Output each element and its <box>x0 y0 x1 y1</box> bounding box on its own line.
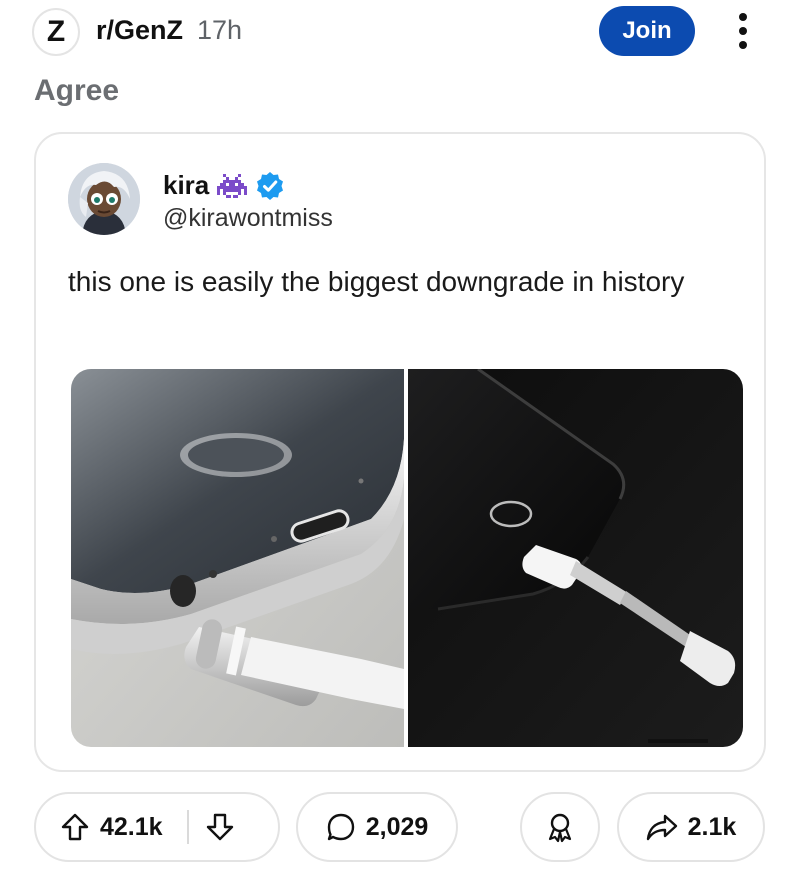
subreddit-avatar-letter: Z <box>46 15 66 48</box>
tweet-avatar <box>68 163 140 235</box>
tweet-text: this one is easily the biggest downgrade… <box>68 266 685 297</box>
verified-badge-icon <box>257 171 284 200</box>
post-header: Z r/GenZ 17h Join <box>0 0 800 62</box>
award-button[interactable] <box>520 792 600 862</box>
space-invader-icon <box>217 173 248 198</box>
comment-bubble-icon <box>327 813 354 841</box>
arrow-down-icon[interactable] <box>205 812 235 842</box>
comment-count: 2,029 <box>365 812 429 841</box>
arrow-up-icon[interactable] <box>60 812 90 842</box>
join-button[interactable]: Join <box>599 6 695 56</box>
post-title[interactable]: Agree <box>34 74 119 108</box>
comments-button[interactable]: 2,029 <box>296 792 458 862</box>
upvote-count: 42.1k <box>100 812 163 841</box>
share-count: 2.1k <box>687 812 737 841</box>
tweet-author-row: kira <box>163 170 285 201</box>
media-image-headphone-jack[interactable] <box>71 369 404 747</box>
vote-separator <box>186 810 189 844</box>
post-timestamp: 17h <box>197 15 243 45</box>
tweet-display-name: kira <box>163 170 210 200</box>
tweet-handle: @kirawontmiss <box>163 204 333 232</box>
share-arrow-icon <box>646 814 677 841</box>
media-image-lightning-adapter[interactable] <box>408 369 743 747</box>
more-vertical-icon[interactable] <box>728 10 758 52</box>
subreddit-name[interactable]: r/GenZ <box>96 15 183 46</box>
share-button[interactable]: 2.1k <box>617 792 765 862</box>
subreddit-avatar[interactable]: Z <box>32 8 80 56</box>
vote-controls: 42.1k <box>34 792 280 862</box>
embedded-tweet-card[interactable]: kira @kirawontmiss this one is easily th… <box>34 132 766 772</box>
tweet-media[interactable] <box>71 369 743 747</box>
award-icon <box>548 813 572 843</box>
post-action-bar: 42.1k 2,029 2.1k <box>0 792 800 862</box>
